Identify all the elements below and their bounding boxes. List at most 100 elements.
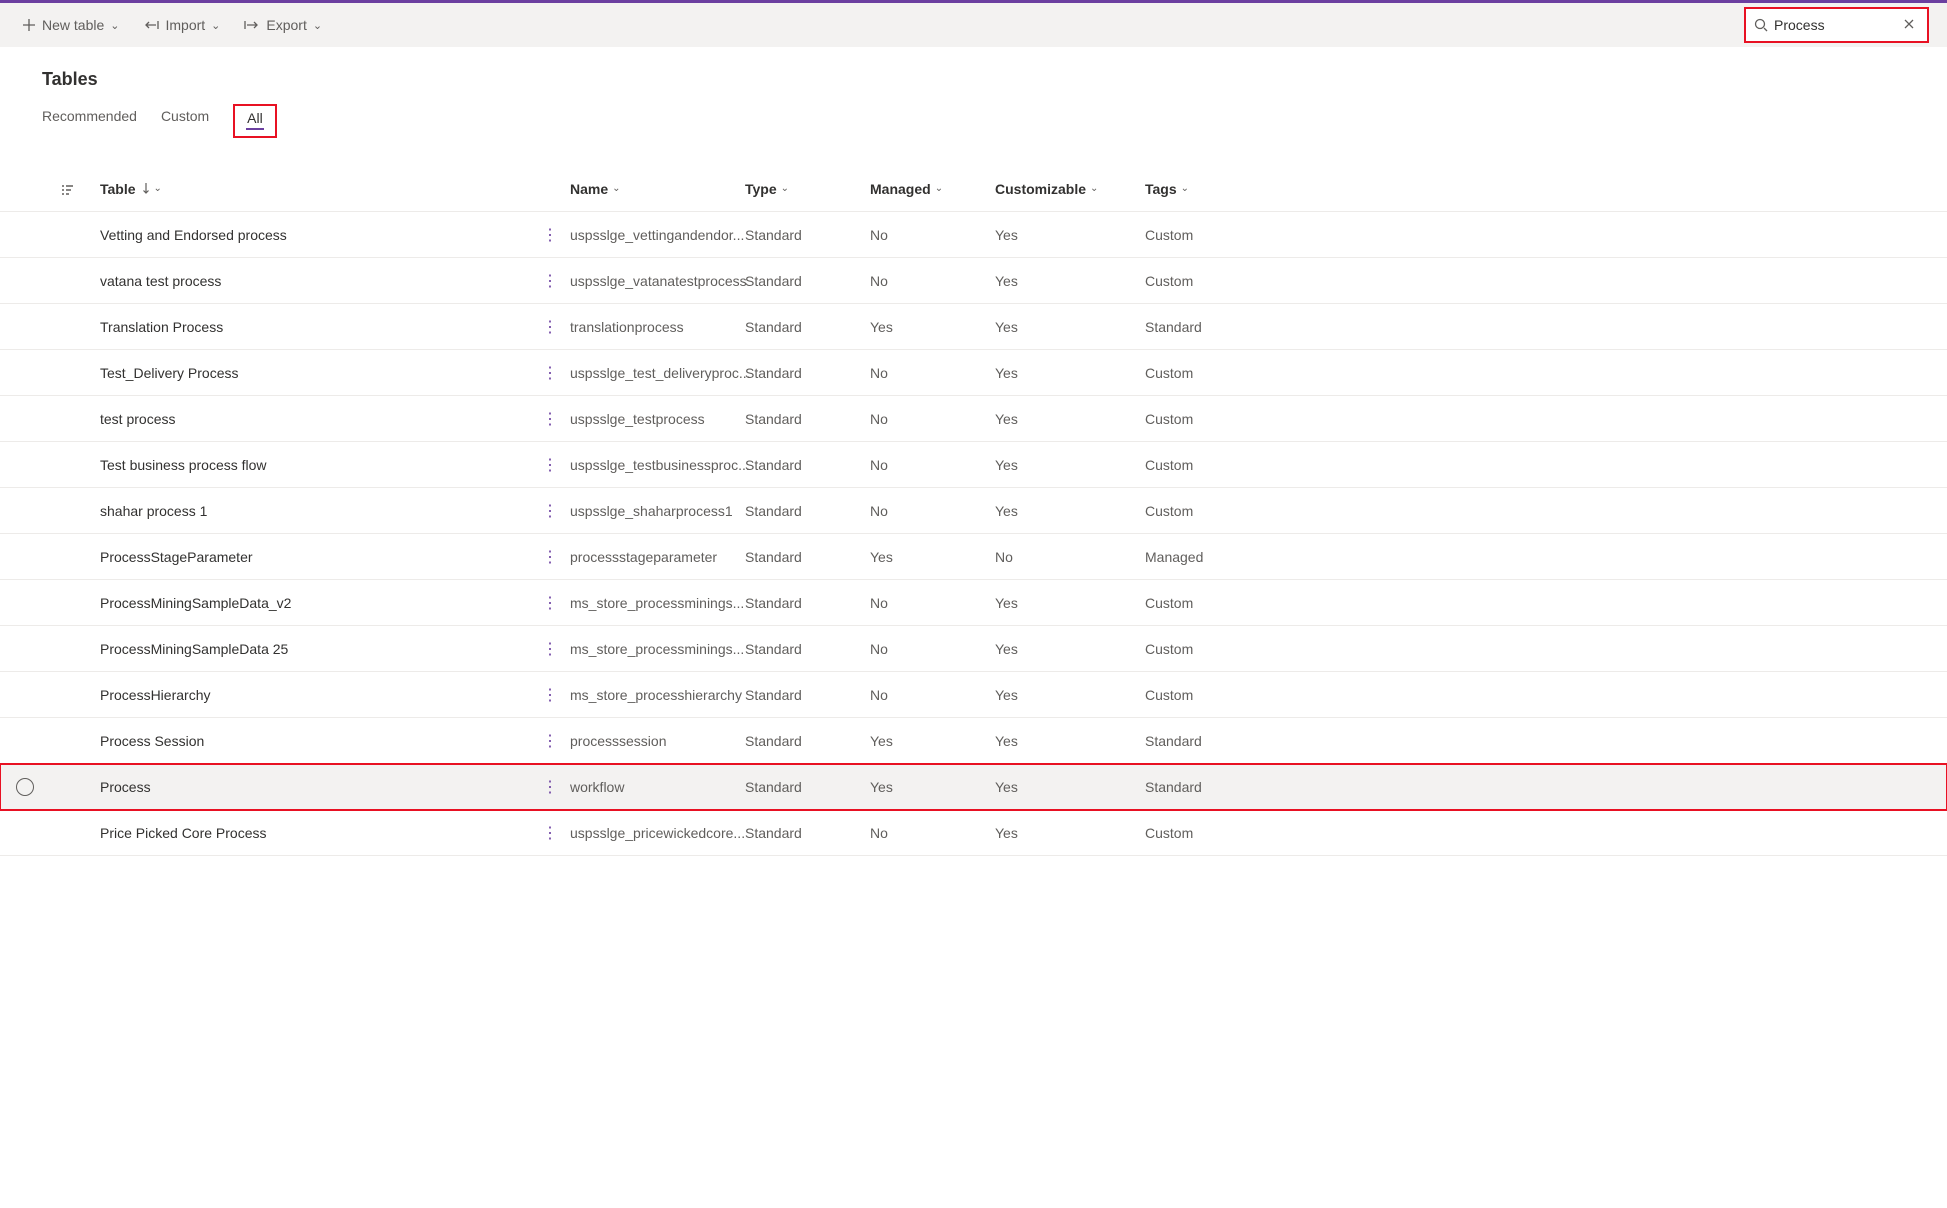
cell-customizable: Yes: [995, 411, 1145, 427]
row-more-button[interactable]: ⋮: [530, 823, 570, 843]
cell-table[interactable]: Price Picked Core Process: [100, 825, 530, 841]
table-row[interactable]: Process⋮workflowStandardYesYesStandard: [0, 764, 1947, 810]
search-input[interactable]: [1774, 17, 1893, 33]
cell-type: Standard: [745, 503, 870, 519]
cell-customizable: Yes: [995, 503, 1145, 519]
col-customizable-label: Customizable: [995, 181, 1086, 197]
cell-name: ms_store_processminings...: [570, 641, 745, 657]
cell-name: uspsslge_vettingandendor...: [570, 227, 745, 243]
cell-name: uspsslge_shaharprocess1: [570, 503, 745, 519]
row-more-button[interactable]: ⋮: [530, 777, 570, 797]
chevron-down-icon: ⌄: [781, 183, 789, 194]
row-more-button[interactable]: ⋮: [530, 363, 570, 383]
cell-customizable: Yes: [995, 595, 1145, 611]
table-row[interactable]: Price Picked Core Process⋮uspsslge_price…: [0, 810, 1947, 856]
table-row[interactable]: ProcessStageParameter⋮processstageparame…: [0, 534, 1947, 580]
tab-recommended[interactable]: Recommended: [42, 108, 137, 132]
cell-table[interactable]: test process: [100, 411, 530, 427]
cell-table[interactable]: ProcessMiningSampleData 25: [100, 641, 530, 657]
cell-table[interactable]: Process: [100, 779, 530, 795]
plus-icon: [22, 18, 36, 32]
col-tags[interactable]: Tags⌄: [1145, 181, 1275, 197]
row-more-button[interactable]: ⋮: [530, 271, 570, 291]
cell-table[interactable]: Translation Process: [100, 319, 530, 335]
cell-managed: Yes: [870, 779, 995, 795]
import-icon: [143, 19, 159, 31]
cell-name: processsession: [570, 733, 745, 749]
table-row[interactable]: vatana test process⋮uspsslge_vatanatestp…: [0, 258, 1947, 304]
row-more-button[interactable]: ⋮: [530, 639, 570, 659]
chevron-down-icon: ⌄: [211, 19, 220, 32]
row-more-button[interactable]: ⋮: [530, 547, 570, 567]
table-row[interactable]: ProcessMiningSampleData_v2⋮ms_store_proc…: [0, 580, 1947, 626]
cell-type: Standard: [745, 687, 870, 703]
tab-all[interactable]: All: [247, 110, 263, 126]
cell-customizable: Yes: [995, 733, 1145, 749]
table-row[interactable]: test process⋮uspsslge_testprocessStandar…: [0, 396, 1947, 442]
chevron-down-icon: ⌄: [612, 183, 620, 194]
chevron-down-icon: ⌄: [1181, 183, 1189, 194]
row-more-button[interactable]: ⋮: [530, 455, 570, 475]
cell-table[interactable]: ProcessHierarchy: [100, 687, 530, 703]
cell-table[interactable]: vatana test process: [100, 273, 530, 289]
cell-customizable: Yes: [995, 687, 1145, 703]
cell-type: Standard: [745, 733, 870, 749]
cell-managed: Yes: [870, 733, 995, 749]
new-table-button[interactable]: New table ⌄: [18, 11, 123, 39]
cell-tags: Standard: [1145, 779, 1275, 795]
tab-custom[interactable]: Custom: [161, 108, 209, 132]
cell-table[interactable]: Vetting and Endorsed process: [100, 227, 530, 243]
tables-grid: Table ⌄ Name⌄ Type⌄ Managed⌄ Customizabl…: [0, 166, 1947, 856]
table-row[interactable]: ProcessMiningSampleData 25⋮ms_store_proc…: [0, 626, 1947, 672]
table-row[interactable]: Vetting and Endorsed process⋮uspsslge_ve…: [0, 212, 1947, 258]
table-row[interactable]: ProcessHierarchy⋮ms_store_processhierarc…: [0, 672, 1947, 718]
row-more-button[interactable]: ⋮: [530, 225, 570, 245]
export-button[interactable]: Export ⌄: [240, 11, 326, 39]
cell-table[interactable]: Test business process flow: [100, 457, 530, 473]
table-row[interactable]: Translation Process⋮translationprocessSt…: [0, 304, 1947, 350]
row-more-button[interactable]: ⋮: [530, 593, 570, 613]
cell-table[interactable]: Process Session: [100, 733, 530, 749]
col-customizable[interactable]: Customizable⌄: [995, 181, 1145, 197]
col-name[interactable]: Name⌄: [570, 181, 745, 197]
import-button[interactable]: Import ⌄: [139, 11, 224, 39]
cell-type: Standard: [745, 227, 870, 243]
cell-type: Standard: [745, 595, 870, 611]
cell-tags: Custom: [1145, 457, 1275, 473]
chevron-down-icon: ⌄: [154, 183, 162, 194]
row-more-button[interactable]: ⋮: [530, 731, 570, 751]
col-table[interactable]: Table ⌄: [100, 181, 530, 197]
table-row[interactable]: shahar process 1⋮uspsslge_shaharprocess1…: [0, 488, 1947, 534]
search-box[interactable]: [1744, 7, 1929, 43]
row-select-radio[interactable]: [16, 778, 34, 796]
cell-name: uspsslge_pricewickedcore...: [570, 825, 745, 841]
cell-name: uspsslge_test_deliveryproc...: [570, 365, 745, 381]
row-more-button[interactable]: ⋮: [530, 501, 570, 521]
cell-managed: No: [870, 503, 995, 519]
table-row[interactable]: Test_Delivery Process⋮uspsslge_test_deli…: [0, 350, 1947, 396]
row-more-button[interactable]: ⋮: [530, 409, 570, 429]
row-more-button[interactable]: ⋮: [530, 317, 570, 337]
row-more-button[interactable]: ⋮: [530, 685, 570, 705]
cell-customizable: No: [995, 549, 1145, 565]
chevron-down-icon: ⌄: [935, 183, 943, 194]
cell-name: uspsslge_testprocess: [570, 411, 745, 427]
cell-table[interactable]: Test_Delivery Process: [100, 365, 530, 381]
cell-table[interactable]: ProcessStageParameter: [100, 549, 530, 565]
clear-search-button[interactable]: [1899, 17, 1919, 33]
cell-type: Standard: [745, 641, 870, 657]
col-managed[interactable]: Managed⌄: [870, 181, 995, 197]
cell-managed: No: [870, 641, 995, 657]
cell-type: Standard: [745, 825, 870, 841]
list-view-icon[interactable]: [60, 180, 100, 196]
cell-tags: Custom: [1145, 411, 1275, 427]
col-type[interactable]: Type⌄: [745, 181, 870, 197]
export-label: Export: [266, 17, 306, 33]
cell-table[interactable]: ProcessMiningSampleData_v2: [100, 595, 530, 611]
cell-name: workflow: [570, 779, 745, 795]
table-row[interactable]: Process Session⋮processsessionStandardYe…: [0, 718, 1947, 764]
import-label: Import: [165, 17, 205, 33]
cell-table[interactable]: shahar process 1: [100, 503, 530, 519]
table-row[interactable]: Test business process flow⋮uspsslge_test…: [0, 442, 1947, 488]
cell-managed: No: [870, 411, 995, 427]
